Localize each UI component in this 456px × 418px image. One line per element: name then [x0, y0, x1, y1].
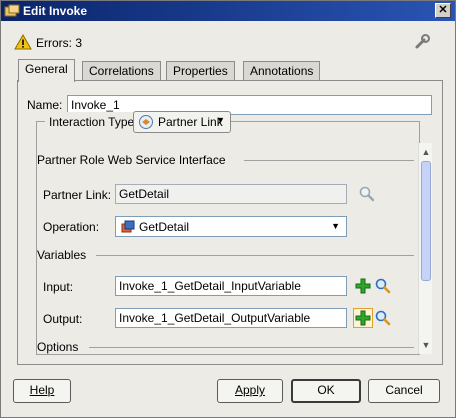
interaction-type-label: Interaction Type:	[45, 112, 142, 132]
partner-role-heading: Partner Role Web Service Interface	[37, 153, 226, 167]
operation-label: Operation:	[43, 220, 100, 234]
close-button[interactable]: ✕	[435, 3, 451, 18]
apply-button[interactable]: Apply	[217, 379, 283, 403]
operation-dropdown[interactable]: GetDetail ▼	[115, 216, 347, 237]
interaction-type-label-text: Interaction Type:	[49, 115, 138, 129]
chevron-down-icon: ▼	[331, 221, 340, 231]
interaction-type-dropdown[interactable]: Partner Link ▼	[133, 111, 231, 133]
search-icon[interactable]	[374, 277, 392, 295]
help-button-label: Help	[29, 383, 55, 397]
add-icon[interactable]	[354, 277, 372, 295]
partner-link-icon	[139, 115, 153, 129]
partner-link-field[interactable]: GetDetail	[115, 184, 347, 204]
cancel-button[interactable]: Cancel	[368, 379, 440, 403]
name-label: Name:	[27, 98, 63, 112]
apply-button-label: Apply	[234, 383, 266, 397]
tab-general[interactable]: General	[18, 59, 75, 82]
input-variable-field[interactable]: Invoke_1_GetDetail_InputVariable	[115, 276, 347, 296]
input-label: Input:	[43, 280, 74, 294]
scroll-up-icon[interactable]: ▲	[419, 145, 433, 159]
tab-annotations[interactable]: Annotations	[243, 61, 321, 81]
search-icon[interactable]	[358, 185, 376, 203]
operation-icon	[121, 220, 135, 233]
variables-heading: Variables	[37, 248, 87, 262]
partner-link-label: Partner Link:	[43, 188, 112, 202]
close-icon: ✕	[438, 4, 448, 16]
options-divider	[89, 347, 414, 348]
warning-icon	[14, 34, 32, 50]
add-output-button[interactable]	[353, 308, 373, 328]
scroll-down-icon[interactable]: ▼	[419, 338, 433, 352]
tab-correlations[interactable]: Correlations	[82, 61, 161, 81]
wrench-icon[interactable]	[413, 33, 431, 51]
search-icon[interactable]	[374, 309, 392, 327]
interaction-type-value: Partner Link	[158, 115, 223, 129]
operation-value: GetDetail	[139, 220, 190, 234]
help-button[interactable]: Help	[13, 379, 71, 403]
partner-role-divider	[244, 160, 414, 161]
ok-button[interactable]: OK	[291, 379, 361, 403]
vertical-scrollbar[interactable]: ▲ ▼	[418, 143, 432, 354]
edit-invoke-dialog: Edit Invoke ✕ Errors: 3 General Correlat…	[0, 0, 456, 418]
options-heading: Options	[37, 340, 79, 354]
scrollbar-thumb[interactable]	[421, 161, 431, 281]
add-icon	[355, 310, 371, 326]
chevron-down-icon: ▼	[216, 115, 225, 125]
tab-properties[interactable]: Properties	[166, 61, 235, 81]
errors-count: Errors: 3	[36, 36, 83, 50]
dialog-title: Edit Invoke	[23, 4, 88, 18]
dialog-icon	[4, 4, 20, 17]
output-variable-field[interactable]: Invoke_1_GetDetail_OutputVariable	[115, 308, 347, 328]
variables-divider	[96, 255, 414, 256]
title-bar[interactable]: Edit Invoke ✕	[1, 1, 455, 21]
interaction-scroll-area: Partner Role Web Service Interface Partn…	[37, 143, 419, 354]
general-panel: Name: Invoke_1 Interaction Type: Partner…	[17, 80, 443, 365]
output-label: Output:	[43, 312, 83, 326]
